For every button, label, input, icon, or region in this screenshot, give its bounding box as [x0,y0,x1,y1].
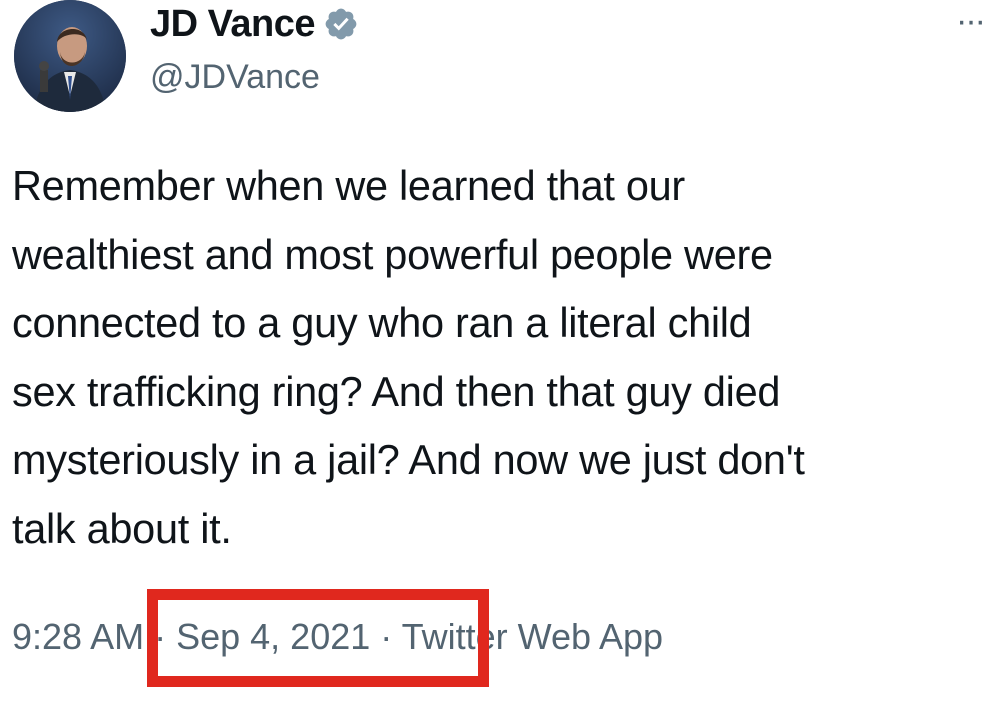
more-options-icon[interactable]: ··· [956,4,986,38]
verified-badge-icon [323,6,359,42]
display-name[interactable]: JD Vance [150,3,316,46]
meta-separator: · [370,616,402,657]
meta-separator: · [144,616,177,657]
tweet-card: JD Vance @JDVance ··· Remember when we l… [0,0,1000,713]
tweet-meta: 9:28 AM · Sep 4, 2021 · Twitter Web App [12,612,663,662]
tweet-body: Remember when we learned that our wealth… [12,162,805,552]
author-name-row: JD Vance [150,2,359,46]
handle[interactable]: @JDVance [150,58,320,97]
tweet-source: Twitter Web App [401,616,664,657]
tweet-time[interactable]: 9:28 AM [12,616,144,657]
tweet-date[interactable]: Sep 4, 2021 [176,616,370,657]
avatar[interactable] [14,0,126,112]
